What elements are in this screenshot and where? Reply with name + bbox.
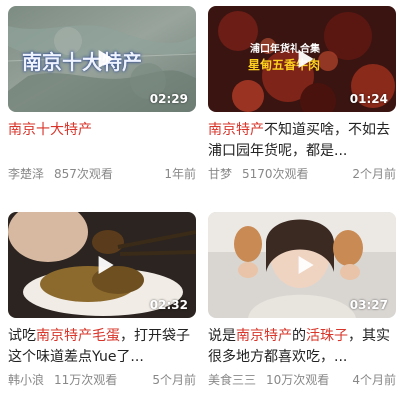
video-meta: 甘梦 5170次观看 2个月前 [208, 165, 396, 181]
title-text: 的 [292, 328, 306, 344]
video-thumbnail[interactable]: 南京十大特产 02:29 [8, 6, 196, 112]
play-icon [97, 49, 115, 69]
thumbnail-caption: 南京十大特产 [22, 50, 142, 74]
video-card[interactable]: 03:27 说是南京特产的活珠子，其实很多地方都喜欢吃，... 美食三三 10万… [208, 212, 396, 387]
video-grid: 南京十大特产 02:29 南京十大特产 李楚泽 857次观看 1年前 浦口年货礼… [0, 0, 402, 401]
video-meta: 李楚泽 857次观看 1年前 [8, 165, 196, 181]
publish-time: 1年前 [164, 166, 196, 181]
view-count: 5170次观看 [242, 166, 309, 181]
title-highlight: 特产 [64, 122, 92, 138]
view-count: 10万次观看 [266, 372, 330, 387]
view-count: 11万次观看 [54, 372, 118, 387]
video-duration: 02:29 [149, 92, 188, 106]
author-name[interactable]: 甘梦 [208, 165, 232, 182]
video-title[interactable]: 南京十大特产 [8, 120, 196, 162]
play-icon [297, 49, 315, 69]
video-meta: 美食三三 10万次观看 4个月前 [208, 371, 396, 387]
publish-time: 4个月前 [352, 372, 396, 387]
video-duration: 02:32 [149, 298, 188, 312]
video-thumbnail[interactable]: 浦口年货礼合集 星甸五香牛肉 01:24 [208, 6, 396, 112]
video-title[interactable]: 南京特产不知道买啥，不如去浦口园年货呢，都是... [208, 120, 396, 162]
publish-time: 2个月前 [352, 166, 396, 181]
title-highlight: 南京特产毛蛋 [36, 328, 120, 344]
video-card[interactable]: 浦口年货礼合集 星甸五香牛肉 01:24 南京特产不知道买啥，不如去浦口园年货呢… [208, 6, 396, 181]
author-name[interactable]: 韩小浪 [8, 371, 44, 388]
video-title[interactable]: 说是南京特产的活珠子，其实很多地方都喜欢吃，... [208, 326, 396, 368]
author-name[interactable]: 李楚泽 [8, 165, 44, 182]
video-thumbnail[interactable]: 02:32 [8, 212, 196, 318]
video-meta: 韩小浪 11万次观看 5个月前 [8, 371, 196, 387]
play-icon [297, 255, 315, 275]
title-highlight: 南京十大 [8, 122, 64, 138]
video-title[interactable]: 试吃南京特产毛蛋，打开袋子这个味道差点Yue了... [8, 326, 196, 368]
video-card[interactable]: 02:32 试吃南京特产毛蛋，打开袋子这个味道差点Yue了... 韩小浪 11万… [8, 212, 196, 387]
video-duration: 03:27 [349, 298, 388, 312]
title-text: 试吃 [8, 328, 36, 344]
video-thumbnail[interactable]: 03:27 [208, 212, 396, 318]
author-name[interactable]: 美食三三 [208, 371, 256, 388]
title-text: 说是 [208, 328, 236, 344]
publish-time: 5个月前 [152, 372, 196, 387]
video-card[interactable]: 南京十大特产 02:29 南京十大特产 李楚泽 857次观看 1年前 [8, 6, 196, 181]
view-count: 857次观看 [54, 166, 113, 181]
title-highlight: 活珠子 [306, 328, 348, 344]
play-icon [97, 255, 115, 275]
title-highlight: 南京特产 [236, 328, 292, 344]
title-highlight: 南京特产 [208, 122, 264, 138]
video-duration: 01:24 [349, 92, 388, 106]
